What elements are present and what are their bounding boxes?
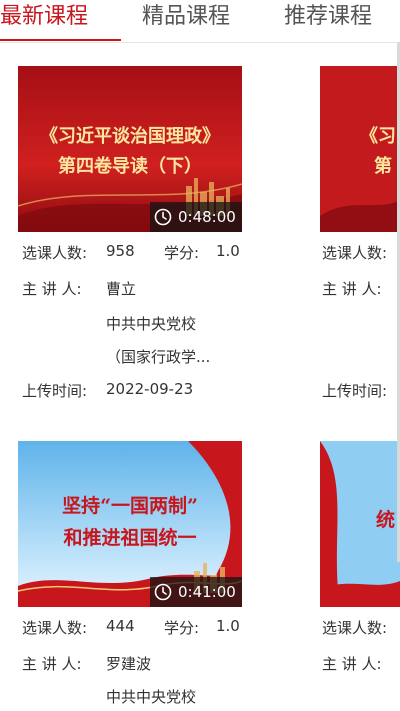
thumbnail-title-line1: 《习 (360, 126, 396, 147)
duration-badge: 0:41:00 (150, 577, 242, 607)
tab-featured-courses[interactable]: 精品课程 (142, 0, 230, 34)
credits-value: 1.0 (216, 617, 240, 635)
lecturer-label: 主 讲 人: (322, 280, 382, 298)
course-thumbnail[interactable]: 《习近平谈治国理政》 第四卷导读（下） 0:48:00 (18, 66, 242, 232)
tab-recommended-courses[interactable]: 推荐课程 (284, 0, 372, 34)
students-label: 选课人数: (22, 619, 88, 637)
students-value: 958 (106, 242, 135, 260)
credits-value: 1.0 (216, 242, 240, 260)
thumbnail-title-line1: 坚持“一国两制” (62, 495, 198, 517)
students-label: 选课人数: (322, 619, 388, 637)
duration-badge: 0:48:00 (150, 202, 242, 232)
duration-text: 0:48:00 (178, 208, 236, 226)
course-thumbnail[interactable]: 统 (320, 441, 400, 607)
clock-icon (154, 208, 172, 226)
students-label: 选课人数: (322, 244, 388, 262)
duration-text: 0:41:00 (178, 583, 236, 601)
lecturer-label: 主 讲 人: (322, 655, 382, 673)
upload-time-value: 2022-09-23 (106, 380, 194, 398)
lecturer-label: 主 讲 人: (22, 280, 82, 298)
active-tab-indicator (0, 39, 121, 41)
red-banner-graphic (320, 66, 400, 232)
course-thumbnail[interactable]: 《习 第 (320, 66, 400, 232)
org-line1: 中共中央党校 (106, 688, 197, 706)
lecturer-value: 罗建波 (106, 655, 152, 673)
thumbnail-title-line1: 统 (376, 509, 396, 531)
clock-icon (154, 583, 172, 601)
students-label: 选课人数: (22, 244, 88, 262)
tab-latest-courses[interactable]: 最新课程 (0, 0, 88, 34)
students-value: 444 (106, 617, 135, 635)
org-line2: （国家行政学... (106, 348, 211, 366)
course-list-page: 最新课程 精品课程 推荐课程 《习近平谈治国理政》 第四卷导读（下） 0:48:… (0, 0, 400, 711)
credits-label: 学分: (164, 619, 200, 637)
upload-time-label: 上传时间: (322, 382, 388, 400)
upload-time-label: 上传时间: (22, 382, 88, 400)
course-tabs: 最新课程 精品课程 推荐课程 (0, 0, 400, 43)
credits-label: 学分: (164, 244, 200, 262)
thumbnail-title-line2: 和推进祖国统一 (63, 527, 197, 549)
thumbnail-title-line2: 第 (374, 156, 392, 177)
lecturer-value: 曹立 (106, 280, 137, 298)
thumbnail-title-line1: 《习近平谈治国理政》 (40, 126, 220, 147)
lecturer-label: 主 讲 人: (22, 655, 82, 673)
thumbnail-title-line2: 第四卷导读（下） (58, 156, 202, 177)
course-thumbnail[interactable]: 坚持“一国两制” 和推进祖国统一 0:41:00 (18, 441, 242, 607)
org-line1: 中共中央党校 (106, 315, 197, 333)
